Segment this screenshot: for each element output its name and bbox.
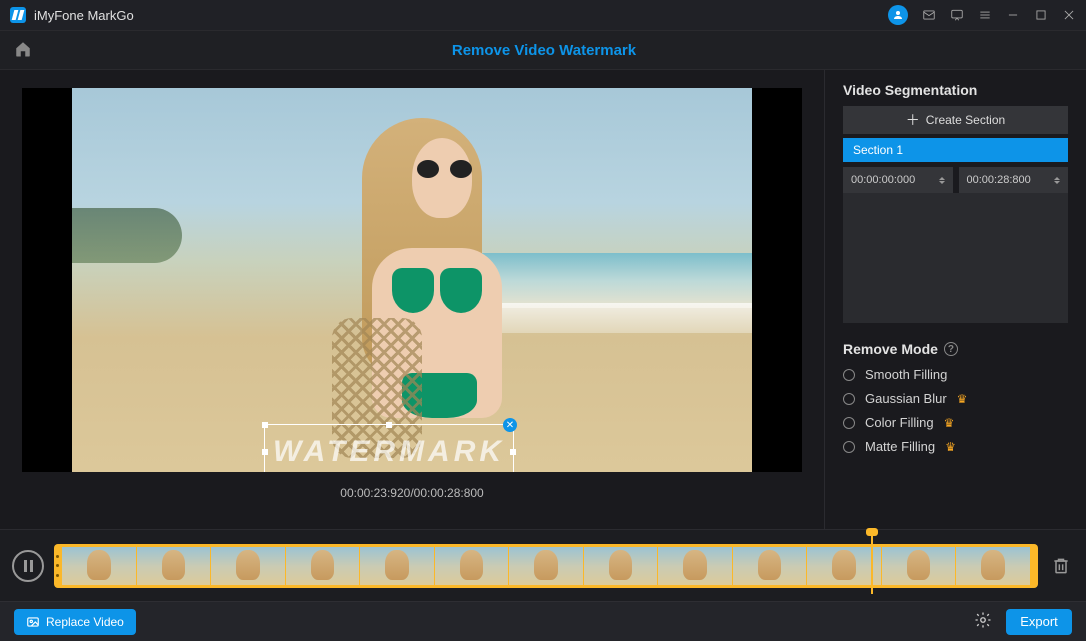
section-item[interactable]: Section 1 [843,138,1068,162]
video-frame [72,88,752,472]
remove-mode-option[interactable]: Smooth Filling [843,367,1068,382]
playhead[interactable] [871,534,873,594]
create-section-button[interactable]: ＋ Create Section [843,106,1068,134]
premium-crown-icon: ♛ [945,440,956,454]
timeline-thumbnail[interactable] [62,547,136,585]
maximize-button[interactable] [1034,8,1048,22]
selection-close-button[interactable]: ✕ [503,418,517,432]
timeline-thumbnail[interactable] [286,547,360,585]
close-button[interactable] [1062,8,1076,22]
sections-list-area [843,193,1068,323]
replace-video-button[interactable]: Replace Video [14,609,136,635]
remove-mode-option[interactable]: Gaussian Blur ♛ [843,391,1068,406]
timeline-thumbnail[interactable] [137,547,211,585]
play-pause-button[interactable] [12,550,44,582]
titlebar: iMyFone MarkGo [0,0,1086,30]
page-header: Remove Video Watermark [0,30,1086,70]
side-panel: Video Segmentation ＋ Create Section Sect… [824,70,1086,529]
mail-icon[interactable] [922,8,936,22]
export-button[interactable]: Export [1006,609,1072,635]
remove-mode-option[interactable]: Matte Filling ♛ [843,439,1068,454]
watermark-text: WATERMARK [265,435,513,469]
premium-crown-icon: ♛ [957,392,968,406]
mode-option-label: Smooth Filling [865,367,947,382]
resize-handle[interactable] [510,449,516,455]
minimize-button[interactable] [1006,8,1020,22]
timeline-bar [0,529,1086,601]
timeline-thumbnail[interactable] [882,547,956,585]
mode-option-label: Gaussian Blur [865,391,947,406]
timeline-thumbnail[interactable] [733,547,807,585]
section-start-input[interactable]: 00:00:00:000 [843,167,953,193]
timeline-track-wrapper[interactable] [54,542,1038,590]
radio-icon [843,393,855,405]
remove-mode-option[interactable]: Color Filling ♛ [843,415,1068,430]
premium-crown-icon: ♛ [944,416,955,430]
menu-icon[interactable] [978,8,992,22]
app-name: iMyFone MarkGo [34,8,134,23]
time-display: 00:00:23:920/00:00:28:800 [340,486,483,500]
resize-handle[interactable] [262,449,268,455]
help-icon[interactable]: ? [944,342,958,356]
timeline-thumbnail[interactable] [435,547,509,585]
timeline-thumbnail[interactable] [509,547,583,585]
timeline-thumbnail[interactable] [658,547,732,585]
user-account-button[interactable] [888,5,908,25]
resize-handle[interactable] [262,422,268,428]
bottom-bar: Replace Video Export [0,601,1086,641]
radio-icon [843,369,855,381]
radio-icon [843,417,855,429]
plus-icon: ＋ [906,110,920,130]
app-logo-icon [10,7,26,23]
resize-handle[interactable] [386,422,392,428]
timeline-thumbnail[interactable] [211,547,285,585]
timeline-track[interactable] [54,544,1038,588]
radio-icon [843,441,855,453]
replace-video-label: Replace Video [46,615,124,629]
segmentation-title: Video Segmentation [843,82,1068,98]
video-preview-area: WATERMARK ✕ 00:00:23:920/00:00:28:800 [0,70,824,529]
remove-mode-title: Remove Mode [843,341,938,357]
page-title: Remove Video Watermark [2,42,1086,59]
delete-section-button[interactable] [1048,551,1074,581]
create-section-label: Create Section [926,113,1005,127]
section-end-input[interactable]: 00:00:28:800 [959,167,1069,193]
mode-option-label: Matte Filling [865,439,935,454]
video-canvas[interactable]: WATERMARK ✕ [22,88,802,472]
section-handle-left[interactable] [56,555,59,577]
timeline-thumbnail[interactable] [584,547,658,585]
timeline-thumbnail[interactable] [360,547,434,585]
feedback-icon[interactable] [950,8,964,22]
settings-button[interactable] [974,611,992,632]
mode-option-label: Color Filling [865,415,934,430]
timeline-thumbnail[interactable] [956,547,1030,585]
time-stepper[interactable] [1054,177,1060,184]
time-stepper[interactable] [939,177,945,184]
watermark-selection-box[interactable]: WATERMARK ✕ [264,424,514,472]
section-handle-right[interactable] [1033,555,1036,577]
